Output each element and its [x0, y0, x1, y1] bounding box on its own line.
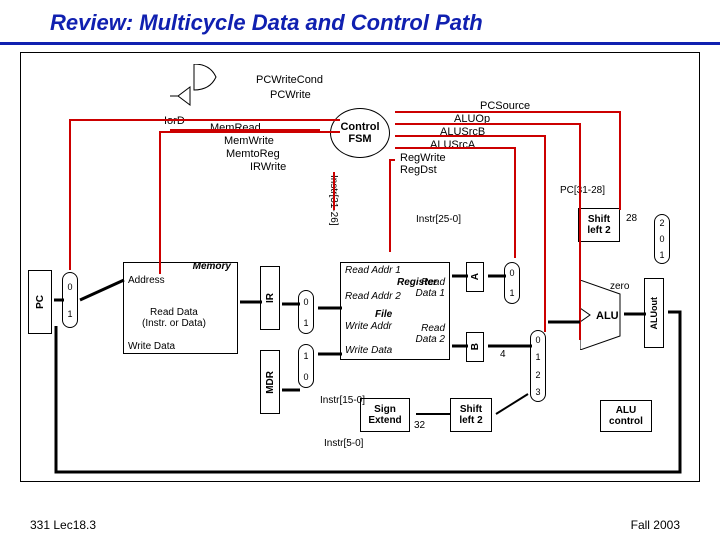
mux-2: 2 — [535, 370, 540, 380]
readaddr2-label: Read Addr 2 — [345, 291, 401, 302]
memtoreg-label: MemtoReg — [226, 148, 280, 160]
pcwritecond-label: PCWriteCond — [256, 74, 323, 86]
iord-mux: 0 1 — [62, 272, 78, 328]
aluop-label: ALUOp — [454, 113, 490, 125]
pc3128-label: PC[31-28] — [560, 185, 605, 196]
sign-extend-label: Sign Extend — [368, 404, 401, 426]
aluout-block: ALUout — [644, 278, 664, 348]
n28-label: 28 — [626, 213, 637, 224]
ir-label: IR — [265, 293, 276, 303]
regfile-writedata-label: Write Data — [345, 345, 392, 356]
mux-0: 0 — [509, 268, 514, 278]
shiftleft2-label-a: Shift left 2 — [459, 404, 482, 426]
pcsource-label: PCSource — [480, 100, 530, 112]
mux-3: 3 — [535, 387, 540, 397]
memory-readdata-label: Read Data (Instr. or Data) — [142, 307, 206, 329]
alu-control-label: ALU control — [609, 405, 643, 427]
memwrite-label: MemWrite — [224, 135, 274, 147]
footer-left: 331 Lec18.3 — [30, 518, 96, 532]
aluout-label: ALUout — [649, 297, 659, 330]
gate-icon — [170, 64, 240, 106]
control-fsm-label: Control FSM — [340, 121, 379, 145]
memory-block: Memory Address Read Data (Instr. or Data… — [123, 262, 238, 354]
a-label: A — [470, 273, 481, 280]
pc-label: PC — [35, 295, 46, 309]
zero-label: zero — [610, 281, 629, 292]
mux-1: 1 — [509, 288, 514, 298]
mux-2: 2 — [659, 218, 664, 228]
mdr-label: MDR — [265, 371, 276, 394]
mux-0: 0 — [303, 372, 308, 382]
readdata1-label: Read Data 1 — [416, 277, 445, 299]
register-file-block: Read Addr 1 Register Read Addr 2 File Wr… — [340, 262, 450, 360]
mux-1: 1 — [67, 309, 72, 319]
mux-1: 1 — [535, 352, 540, 362]
pcsource-mux: 2 0 1 — [654, 214, 670, 264]
alusrcb-mux: 0 1 2 3 — [530, 330, 546, 402]
b-label: B — [470, 343, 481, 350]
alusrca-mux: 0 1 — [504, 262, 520, 304]
file-label: File — [375, 309, 392, 320]
control-fsm-block: Control FSM — [330, 108, 390, 158]
mux-0: 0 — [303, 297, 308, 307]
slide-title: Review: Multicycle Data and Control Path — [50, 10, 483, 36]
regdst-mux: 0 1 — [298, 290, 314, 334]
instr150-label: Instr[15-0] — [320, 395, 365, 406]
mux-0: 0 — [659, 234, 664, 244]
mux-1: 1 — [659, 250, 664, 260]
memory-title: Memory — [193, 261, 231, 272]
alusrca-label: ALUSrcA — [430, 139, 475, 151]
mux-0: 0 — [67, 282, 72, 292]
alusrcb-label: ALUSrcB — [440, 126, 485, 138]
title-underline — [0, 42, 720, 45]
memory-writedata-label: Write Data — [128, 341, 175, 352]
shift-left-2-lower: Shift left 2 — [450, 398, 492, 432]
pc-block: PC — [28, 270, 52, 334]
const4-label: 4 — [500, 349, 506, 360]
instr50-label: Instr[5-0] — [324, 438, 363, 449]
b-register-block: B — [466, 332, 484, 362]
memory-address-label: Address — [128, 275, 165, 286]
shiftleft2-label-b: Shift left 2 — [587, 214, 610, 236]
writeaddr-label: Write Addr — [345, 321, 392, 332]
ir-block: IR — [260, 266, 280, 330]
mux-1: 1 — [303, 318, 308, 328]
pcwrite-label: PCWrite — [270, 89, 311, 101]
memtoreg-mux: 1 0 — [298, 344, 314, 388]
mux-1: 1 — [303, 351, 308, 361]
memread-label: MemRead — [210, 122, 261, 134]
n32-label: 32 — [414, 420, 425, 431]
shift-left-2-upper: Shift left 2 — [578, 208, 620, 242]
sign-extend-block: Sign Extend — [360, 398, 410, 432]
regwrite-label: RegWrite — [400, 152, 446, 164]
instr250-label: Instr[25-0] — [416, 214, 461, 225]
iord-label: IorD — [164, 115, 185, 127]
regdst-label: RegDst — [400, 164, 437, 176]
alu-control-block: ALU control — [600, 400, 652, 432]
irwrite-label: IRWrite — [250, 161, 286, 173]
readaddr1-label: Read Addr 1 — [345, 265, 401, 276]
mdr-block: MDR — [260, 350, 280, 414]
mux-0: 0 — [535, 335, 540, 345]
footer-right: Fall 2003 — [631, 518, 680, 532]
a-register-block: A — [466, 262, 484, 292]
alu-label: ALU — [596, 310, 619, 322]
readdata2-label: Read Data 2 — [416, 323, 445, 345]
instr3126-label: Instr[31-26] — [328, 175, 339, 226]
